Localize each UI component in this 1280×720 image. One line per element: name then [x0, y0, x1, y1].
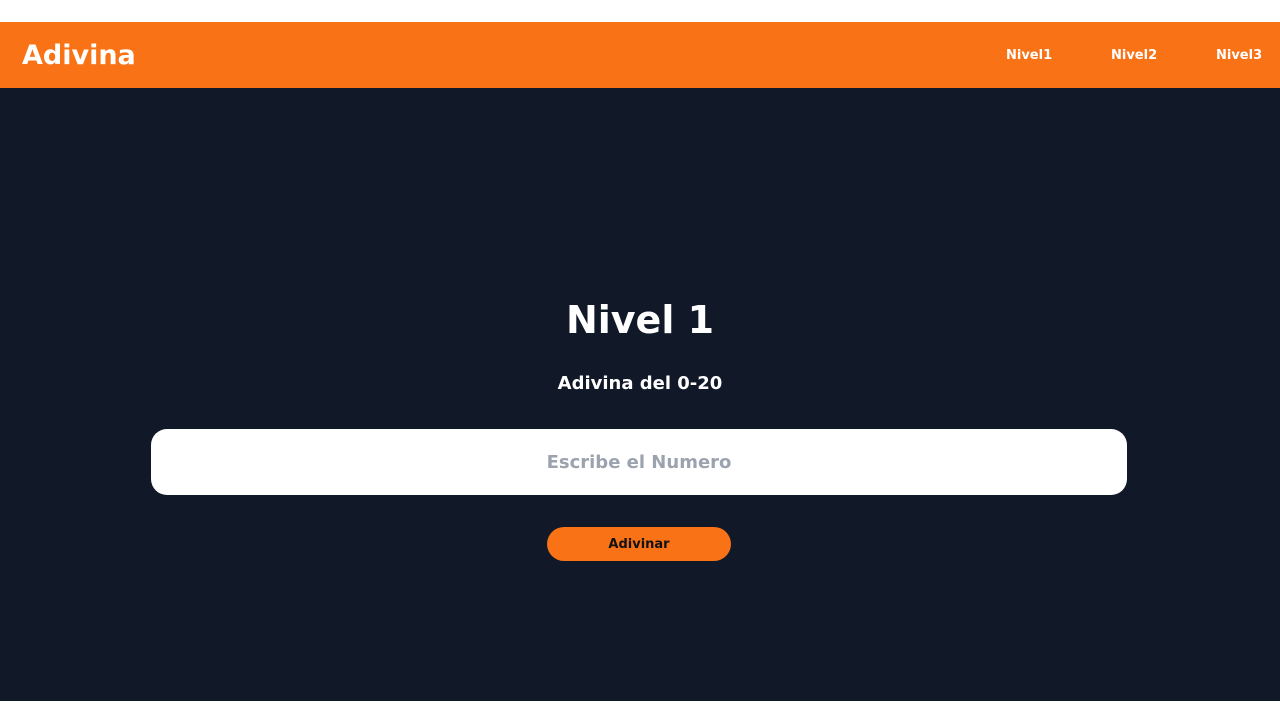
top-strip — [0, 0, 1280, 22]
range-subtitle: Adivina del 0-20 — [557, 373, 723, 394]
guess-button[interactable]: Adivinar — [547, 527, 731, 561]
nav-link-nivel2[interactable]: Nivel2 — [1111, 47, 1157, 65]
bottom-strip — [0, 701, 1280, 720]
main-content: Nivel 1 Adivina del 0-20 Adivinar — [0, 88, 1280, 701]
number-input[interactable] — [151, 429, 1127, 495]
brand-logo[interactable]: Adivina — [22, 39, 136, 73]
nav-link-nivel3[interactable]: Nivel3 — [1216, 47, 1262, 65]
page-title: Nivel 1 — [565, 298, 715, 342]
navbar: Adivina Nivel1 Nivel2 Nivel3 — [0, 22, 1280, 88]
nav-link-nivel1[interactable]: Nivel1 — [1006, 47, 1052, 65]
